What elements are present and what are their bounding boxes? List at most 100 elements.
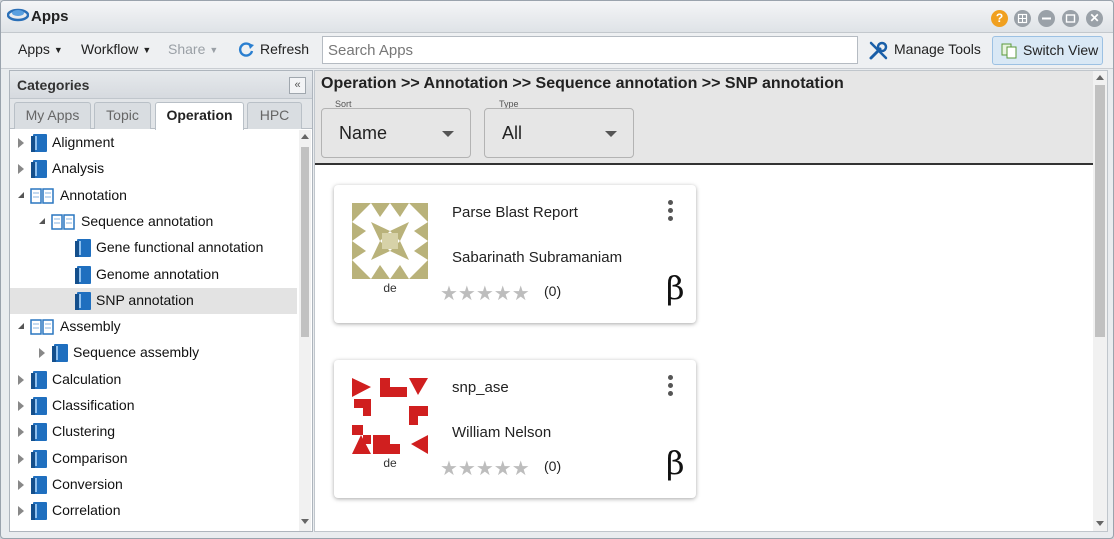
tree-item[interactable]: Analysis bbox=[10, 156, 297, 182]
category-tree: Alignment Analysis Annotation Sequence anno… bbox=[10, 130, 297, 531]
help-icon[interactable]: ? bbox=[991, 10, 1008, 27]
type-select[interactable]: All bbox=[484, 108, 634, 158]
expanded-arrow-icon[interactable] bbox=[39, 218, 45, 224]
collapsed-arrow-icon[interactable] bbox=[18, 138, 24, 148]
categories-header: Categories « bbox=[10, 71, 312, 99]
tree-item[interactable]: Genome annotation bbox=[10, 262, 297, 288]
chevron-down-icon: ▼ bbox=[142, 45, 152, 55]
type-value: All bbox=[502, 123, 523, 143]
more-options-icon[interactable] bbox=[666, 375, 674, 397]
tree-item[interactable]: Correlation bbox=[10, 498, 297, 524]
close-icon[interactable]: ✕ bbox=[1086, 10, 1103, 27]
book-icon bbox=[75, 239, 91, 257]
tree-item[interactable]: Calculation bbox=[10, 367, 297, 393]
book-icon bbox=[31, 423, 47, 441]
book-icon bbox=[75, 292, 91, 310]
tree-item[interactable]: Clustering bbox=[10, 419, 297, 445]
app-avatar-icon bbox=[352, 203, 428, 279]
manage-tools-label: Manage Tools bbox=[894, 41, 981, 57]
tree-item-label: SNP annotation bbox=[96, 292, 194, 308]
tree-item-label: Genome annotation bbox=[96, 266, 219, 282]
tree-item[interactable]: Assembly bbox=[10, 314, 297, 340]
tree-item[interactable]: SNP annotation bbox=[10, 288, 297, 314]
sort-value: Name bbox=[339, 123, 388, 143]
open-book-icon bbox=[30, 188, 54, 204]
tab-topic[interactable]: Topic bbox=[94, 102, 151, 129]
scroll-down-icon[interactable] bbox=[1096, 521, 1104, 526]
tree-item-label: Correlation bbox=[52, 502, 121, 518]
tree-item-label: Sequence assembly bbox=[73, 344, 200, 360]
collapsed-arrow-icon[interactable] bbox=[39, 348, 45, 358]
app-name[interactable]: Parse Blast Report bbox=[452, 204, 578, 221]
tab-hpc[interactable]: HPC bbox=[247, 102, 302, 129]
collapsed-arrow-icon[interactable] bbox=[18, 480, 24, 490]
collapse-panel-icon[interactable]: « bbox=[289, 77, 306, 94]
beta-badge: β bbox=[666, 269, 685, 307]
rating-count: (0) bbox=[544, 458, 562, 474]
sort-select[interactable]: Name bbox=[321, 108, 471, 158]
collapsed-arrow-icon[interactable] bbox=[18, 454, 24, 464]
rating-stars[interactable]: ★★★★★ bbox=[440, 281, 530, 306]
tree-item[interactable]: Comparison bbox=[10, 446, 297, 472]
book-icon bbox=[31, 502, 47, 520]
tree-item[interactable]: Classification bbox=[10, 393, 297, 419]
grid-icon[interactable] bbox=[1014, 10, 1031, 27]
search-input[interactable] bbox=[322, 36, 858, 64]
scroll-up-icon[interactable] bbox=[1096, 75, 1104, 80]
tree-item-label: Assembly bbox=[60, 318, 121, 334]
scroll-up-icon[interactable] bbox=[301, 134, 309, 139]
open-book-icon bbox=[51, 214, 75, 230]
tree-item[interactable]: Sequence assembly bbox=[10, 340, 297, 366]
collapsed-arrow-icon[interactable] bbox=[18, 506, 24, 516]
app-card[interactable]: de snp_ase William Nelson ★★★★★ (0) β bbox=[334, 360, 696, 498]
share-menu-button[interactable]: Share ▼ bbox=[168, 41, 218, 57]
tree-item[interactable]: Conversion bbox=[10, 472, 297, 498]
avatar-label: de bbox=[383, 456, 397, 470]
switch-view-button[interactable]: Switch View bbox=[992, 36, 1103, 65]
app-avatar-icon bbox=[352, 378, 428, 454]
scroll-thumb[interactable] bbox=[1095, 85, 1105, 337]
app-logo-icon bbox=[7, 8, 29, 22]
app-card[interactable]: de Parse Blast Report Sabarinath Subrama… bbox=[334, 185, 696, 323]
title-bar[interactable]: Apps ? ✕ bbox=[1, 1, 1113, 33]
collapsed-arrow-icon[interactable] bbox=[18, 401, 24, 411]
expanded-arrow-icon[interactable] bbox=[18, 323, 24, 329]
tree-item[interactable]: Annotation bbox=[10, 183, 297, 209]
app-name[interactable]: snp_ase bbox=[452, 379, 509, 396]
apps-scrollbar[interactable] bbox=[1093, 71, 1107, 531]
rating-stars[interactable]: ★★★★★ bbox=[440, 456, 530, 481]
restore-icon[interactable] bbox=[1062, 10, 1079, 27]
more-options-icon[interactable] bbox=[666, 200, 674, 222]
tree-item-label: Alignment bbox=[52, 134, 115, 150]
scroll-down-icon[interactable] bbox=[301, 519, 309, 524]
tab-operation[interactable]: Operation bbox=[155, 102, 244, 130]
workflow-menu-button[interactable]: Workflow ▼ bbox=[81, 41, 151, 57]
refresh-icon[interactable] bbox=[237, 41, 255, 59]
apps-list-panel: Operation >> Annotation >> Sequence anno… bbox=[314, 70, 1108, 532]
collapsed-arrow-icon[interactable] bbox=[18, 427, 24, 437]
book-icon bbox=[31, 450, 47, 468]
manage-tools-button[interactable]: Manage Tools bbox=[894, 41, 981, 57]
chevron-down-icon: ▼ bbox=[209, 45, 219, 55]
apps-menu-button[interactable]: Apps ▼ bbox=[18, 41, 63, 57]
tree-scrollbar[interactable] bbox=[299, 130, 311, 531]
tree-item-label: Comparison bbox=[52, 450, 128, 466]
refresh-button[interactable]: Refresh bbox=[260, 41, 309, 57]
wrench-icon[interactable] bbox=[868, 40, 889, 61]
tab-my-apps[interactable]: My Apps bbox=[14, 102, 91, 129]
tree-item[interactable]: Sequence annotation bbox=[10, 209, 297, 235]
tree-item-label: Conversion bbox=[52, 476, 123, 492]
rating-count: (0) bbox=[544, 283, 562, 299]
tree-item-label: Clustering bbox=[52, 423, 116, 439]
app-author: Sabarinath Subramaniam bbox=[452, 249, 623, 266]
minimize-icon[interactable] bbox=[1038, 10, 1055, 27]
expanded-arrow-icon[interactable] bbox=[18, 192, 24, 198]
scroll-thumb[interactable] bbox=[301, 147, 309, 337]
collapsed-arrow-icon[interactable] bbox=[18, 164, 24, 174]
collapsed-arrow-icon[interactable] bbox=[18, 375, 24, 385]
chevron-down-icon bbox=[442, 131, 454, 137]
tree-item[interactable]: Alignment bbox=[10, 130, 297, 156]
tree-item[interactable]: Gene functional annotation bbox=[10, 235, 297, 261]
tree-item-label: Analysis bbox=[52, 160, 105, 176]
beta-badge: β bbox=[666, 444, 685, 482]
